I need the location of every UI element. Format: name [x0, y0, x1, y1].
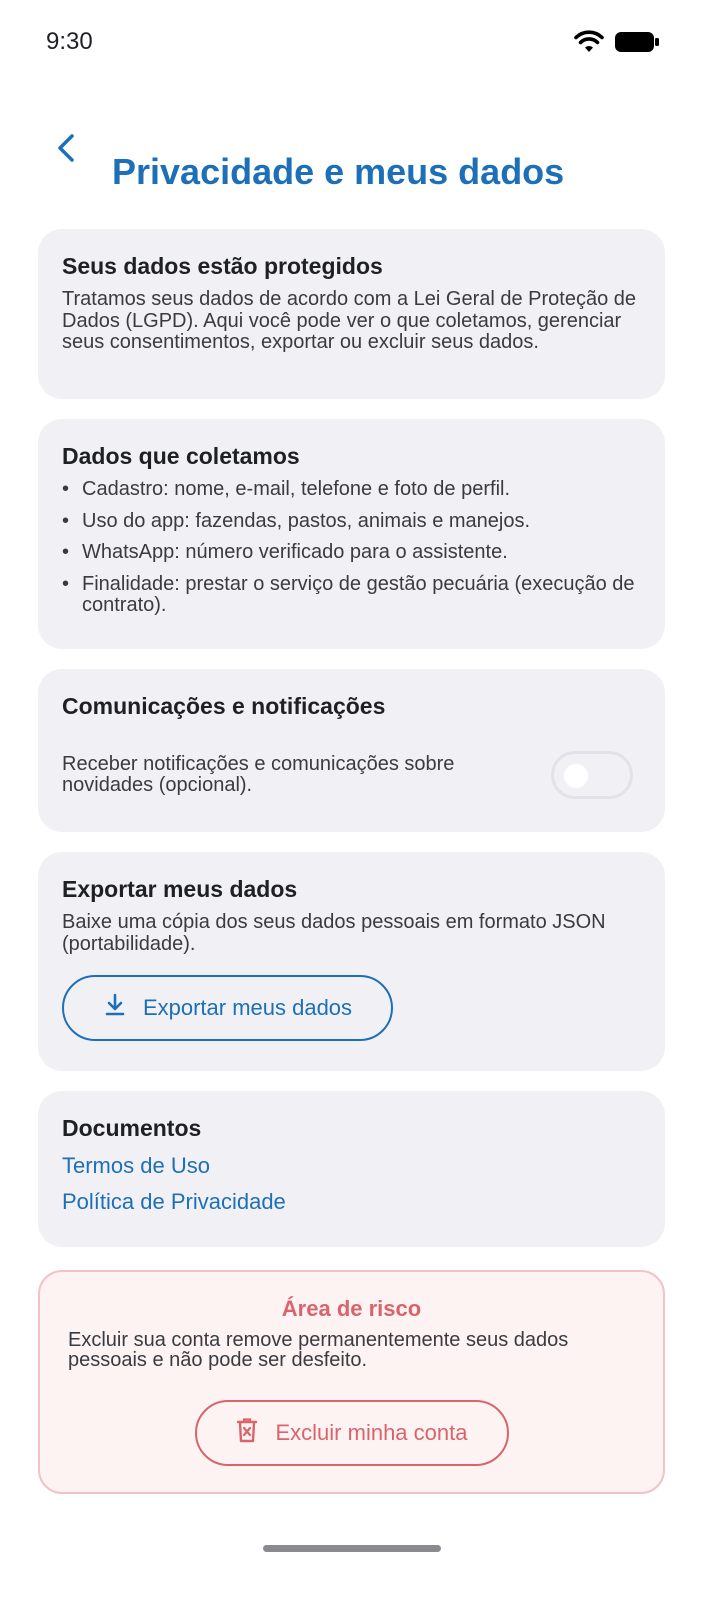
privacy-policy-link[interactable]: Política de Privacidade: [62, 1187, 641, 1217]
trash-icon: [236, 1417, 276, 1449]
toggle-knob: [564, 764, 588, 788]
card-title: Documentos: [62, 1115, 202, 1141]
terms-of-use-link[interactable]: Termos de Uso: [62, 1151, 641, 1181]
export-card: Exportar meus dados Baixe uma cópia dos …: [38, 852, 665, 1071]
status-bar: 9:30: [0, 0, 720, 88]
collected-data-list: • Cadastro: nome, e-mail, telefone e fot…: [62, 478, 641, 617]
risk-title: Área de risco: [281, 1296, 422, 1321]
documents-card: Documentos Termos de Uso Política de Pri…: [38, 1091, 665, 1247]
notifications-description: Receber notificações e comunicações sobr…: [62, 752, 455, 796]
list-item-text: Finalidade: prestar o serviço de gestão …: [82, 572, 635, 616]
bullet-icon: •: [62, 572, 70, 595]
card-text: Baixe uma cópia dos seus dados pessoais …: [62, 911, 606, 955]
bullet-icon: •: [62, 509, 70, 532]
notifications-toggle[interactable]: [551, 751, 633, 799]
status-time: 9:30: [46, 28, 93, 55]
card-title: Comunicações e notificações: [62, 693, 386, 719]
list-item: • Finalidade: prestar o serviço de gestã…: [62, 572, 641, 617]
list-item-text: Uso do app: fazendas, pastos, animais e …: [82, 509, 531, 532]
collected-data-card: Dados que coletamos • Cadastro: nome, e-…: [38, 419, 665, 649]
card-text: Tratamos seus dados de acordo com a Lei …: [62, 288, 637, 353]
download-icon: [103, 992, 143, 1024]
delete-account-button[interactable]: Excluir minha conta: [194, 1400, 509, 1466]
chevron-left-icon: [54, 132, 78, 169]
risk-area-card: Área de risco Excluir sua conta remove p…: [38, 1270, 665, 1494]
notifications-card: Comunicações e notificações Receber noti…: [38, 669, 665, 832]
bullet-icon: •: [62, 541, 70, 563]
bullet-icon: •: [62, 478, 70, 500]
list-item: • WhatsApp: número verificado para o ass…: [62, 541, 641, 564]
list-item-text: Cadastro: nome, e-mail, telefone e foto …: [82, 478, 511, 500]
card-title: Exportar meus dados: [62, 876, 298, 902]
export-button-label: Exportar meus dados: [142, 995, 353, 1020]
notifications-row: Receber notificações e comunicações sobr…: [62, 751, 641, 799]
back-button[interactable]: [42, 126, 90, 174]
data-protected-card: Seus dados estão protegidos Tratamos seu…: [38, 229, 665, 399]
wifi-icon: [574, 30, 604, 59]
status-icons: [574, 30, 660, 59]
list-item: • Uso do app: fazendas, pastos, animais …: [62, 509, 641, 533]
card-title: Dados que coletamos: [62, 443, 300, 469]
delete-button-label: Excluir minha conta: [275, 1420, 468, 1445]
list-item-text: WhatsApp: número verificado para o assis…: [82, 541, 508, 563]
home-indicator[interactable]: [263, 1545, 441, 1552]
list-item: • Cadastro: nome, e-mail, telefone e fot…: [62, 478, 641, 501]
risk-text: Excluir sua conta remove permanentemente…: [68, 1329, 569, 1371]
header: Privacidade e meus dados: [0, 110, 720, 192]
card-title: Seus dados estão protegidos: [62, 253, 383, 279]
battery-icon: [614, 30, 660, 59]
export-data-button[interactable]: Exportar meus dados: [62, 975, 393, 1041]
page-title: Privacidade e meus dados: [112, 151, 565, 193]
